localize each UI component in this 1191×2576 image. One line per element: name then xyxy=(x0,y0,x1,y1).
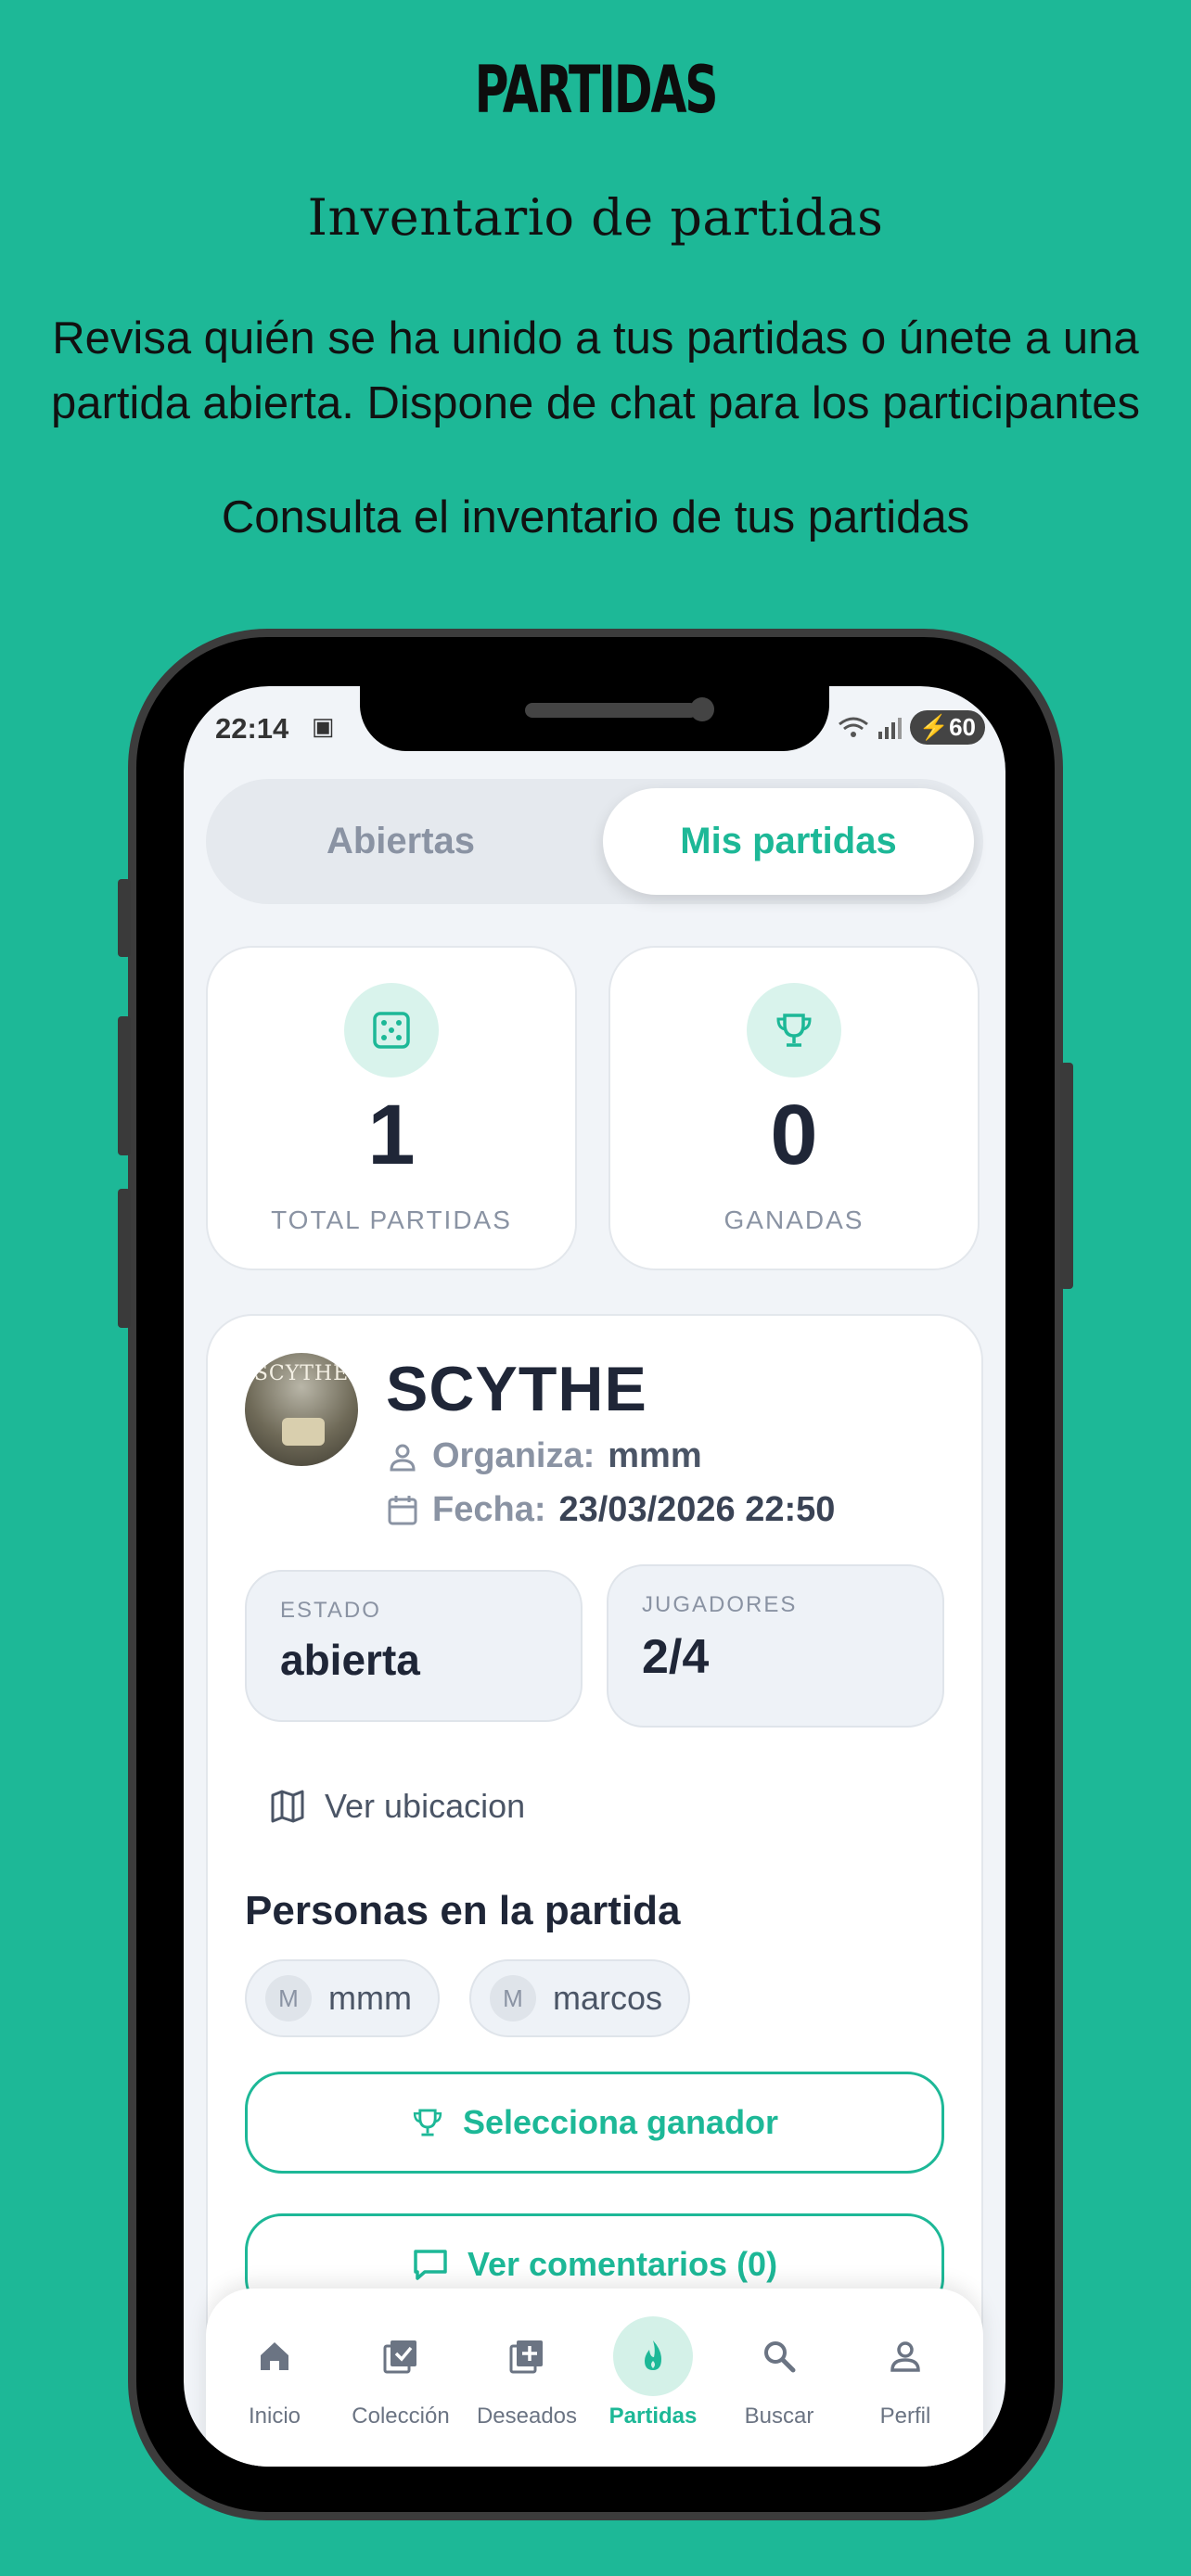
players-box-value: 2/4 xyxy=(642,1630,710,1684)
stat-card-won: 0 GANADAS xyxy=(608,946,980,1270)
location-link[interactable]: Ver ubicacion xyxy=(269,1787,525,1826)
speaker-grill xyxy=(525,703,698,718)
stat-icon-badge xyxy=(747,983,841,1078)
select-winner-label: Selecciona ganador xyxy=(462,2103,779,2141)
status-notification-icons: ▣ xyxy=(312,712,335,741)
home-icon xyxy=(235,2316,314,2396)
date-label: Fecha: xyxy=(432,1490,546,1529)
nav-label: Colección xyxy=(352,2404,450,2429)
phone-notch xyxy=(360,686,829,751)
select-winner-button[interactable]: Selecciona ganador xyxy=(245,2072,944,2174)
players-box-label: JUGADORES xyxy=(642,1592,798,1617)
status-time: 22:14 xyxy=(215,712,289,745)
participant-name: mmm xyxy=(328,1979,412,2017)
signal-icon xyxy=(877,717,903,739)
thumbnail-figure xyxy=(282,1418,325,1446)
dice-icon xyxy=(371,1010,412,1051)
promo-subtitle: Inventario de partidas xyxy=(307,188,884,247)
players-box: JUGADORES 2/4 xyxy=(607,1564,944,1728)
phone-side-button xyxy=(118,1189,131,1328)
battery-level: 60 xyxy=(949,713,976,741)
chat-icon xyxy=(412,2246,449,2283)
nav-label: Inicio xyxy=(248,2404,301,2429)
date-value: 23/03/2026 22:50 xyxy=(558,1490,836,1529)
participant-avatar: M xyxy=(490,1975,536,2021)
search-icon xyxy=(739,2316,819,2396)
bottom-nav: Inicio Colección Deseados Partidas Busca… xyxy=(206,2289,983,2467)
phone-side-button xyxy=(118,1016,131,1155)
game-thumbnail-title: SCYTHE xyxy=(253,1362,350,1385)
map-icon xyxy=(269,1788,306,1825)
stat-won-value: 0 xyxy=(770,1088,818,1182)
organizer-row: Organiza: mmm xyxy=(386,1436,702,1476)
nav-item-coleccion[interactable]: Colección xyxy=(338,2316,464,2429)
promo-title: PARTIDAS xyxy=(474,52,719,128)
stat-total-value: 1 xyxy=(367,1088,416,1182)
participant-chip[interactable]: M mmm xyxy=(245,1959,440,2037)
flame-icon xyxy=(613,2316,693,2396)
phone-side-button xyxy=(1060,1063,1073,1289)
game-name: SCYTHE xyxy=(386,1354,647,1424)
nav-item-partidas[interactable]: Partidas xyxy=(590,2316,716,2429)
participant-name: marcos xyxy=(553,1979,663,2017)
date-row: Fecha: 23/03/2026 22:50 xyxy=(386,1490,835,1530)
tab-mis-partidas[interactable]: Mis partidas xyxy=(603,788,974,895)
trophy-icon xyxy=(774,1010,814,1051)
nav-item-buscar[interactable]: Buscar xyxy=(716,2316,842,2429)
status-box: ESTADO abierta xyxy=(245,1570,583,1722)
tab-abiertas[interactable]: Abiertas xyxy=(215,788,586,895)
status-right: ⚡60 xyxy=(838,710,985,745)
stat-card-total: 1 TOTAL PARTIDAS xyxy=(206,946,577,1270)
battery-indicator: ⚡60 xyxy=(909,710,985,745)
participant-chip[interactable]: M marcos xyxy=(469,1959,691,2037)
nav-label: Buscar xyxy=(744,2404,814,2429)
location-link-label: Ver ubicacion xyxy=(325,1787,526,1825)
game-thumbnail: SCYTHE xyxy=(245,1353,358,1466)
phone-screen: 22:14 ▣ ⚡60 Abiertas Mis partidas 1 TOTA… xyxy=(184,686,1005,2467)
comments-label: Ver comentarios (0) xyxy=(467,2245,778,2283)
wishlist-icon xyxy=(487,2316,567,2396)
nav-label: Deseados xyxy=(476,2404,578,2429)
stat-won-label: GANADAS xyxy=(724,1205,864,1234)
trophy-icon xyxy=(411,2106,444,2139)
promo-description: Revisa quién se ha unido a tus partidas … xyxy=(51,313,1140,428)
participants-title: Personas en la partida xyxy=(245,1888,681,1933)
nav-item-inicio[interactable]: Inicio xyxy=(211,2316,338,2429)
profile-icon xyxy=(865,2316,945,2396)
stat-icon-badge xyxy=(344,983,439,1078)
nav-item-perfil[interactable]: Perfil xyxy=(842,2316,968,2429)
nav-item-deseados[interactable]: Deseados xyxy=(464,2316,590,2429)
organizer-value: mmm xyxy=(608,1436,702,1475)
wifi-icon xyxy=(838,716,869,740)
nav-label: Partidas xyxy=(608,2404,698,2429)
person-icon xyxy=(386,1440,419,1473)
collection-icon xyxy=(361,2316,441,2396)
status-box-value: abierta xyxy=(280,1636,420,1684)
organizer-label: Organiza: xyxy=(432,1436,596,1475)
status-box-label: ESTADO xyxy=(280,1598,381,1623)
screenshot-icon: ▣ xyxy=(312,712,335,740)
promo-subtitle-2: Consulta el inventario de tus partidas xyxy=(221,492,970,542)
stat-total-label: TOTAL PARTIDAS xyxy=(271,1205,512,1234)
participant-avatar: M xyxy=(265,1975,312,2021)
phone-side-button xyxy=(118,879,131,957)
calendar-icon xyxy=(386,1494,419,1527)
front-camera xyxy=(690,697,714,721)
segmented-control: Abiertas Mis partidas xyxy=(206,779,983,904)
nav-label: Perfil xyxy=(879,2404,931,2429)
